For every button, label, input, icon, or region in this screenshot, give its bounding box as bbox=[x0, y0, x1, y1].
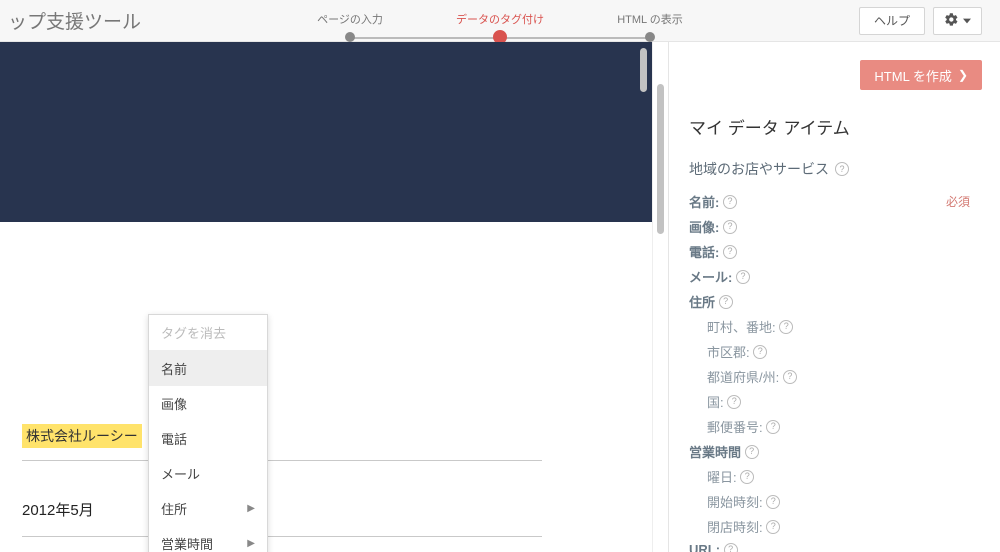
step-page-input[interactable]: ページの入力 bbox=[275, 11, 425, 31]
gear-icon bbox=[944, 12, 959, 30]
button-label: HTML を作成 bbox=[874, 66, 952, 85]
help-icon[interactable]: ? bbox=[719, 295, 733, 309]
ctx-item-phone[interactable]: 電話 bbox=[149, 421, 267, 456]
field-address-country[interactable]: 国: ? bbox=[689, 389, 980, 414]
ctx-item-email[interactable]: メール bbox=[149, 456, 267, 491]
top-bar: ップ支援ツール ページの入力 データのタグ付け HTML の表示 ヘルプ bbox=[0, 0, 1000, 42]
field-address-postal[interactable]: 郵便番号: ? bbox=[689, 414, 980, 439]
step-html-view[interactable]: HTML の表示 bbox=[575, 11, 725, 31]
help-icon[interactable]: ? bbox=[740, 470, 754, 484]
help-icon[interactable]: ? bbox=[745, 445, 759, 459]
ctx-item-address[interactable]: 住所▶ bbox=[149, 491, 267, 526]
help-icon[interactable]: ? bbox=[835, 162, 849, 176]
app-title: ップ支援ツール bbox=[0, 7, 141, 34]
field-list: 名前: ?必須 画像: ? 電話: ? メール: ? 住所 ? 町村、番地: ?… bbox=[689, 189, 980, 552]
field-phone[interactable]: 電話: ? bbox=[689, 239, 980, 264]
step-dot bbox=[345, 32, 355, 42]
toolbar-right: ヘルプ bbox=[859, 7, 1000, 35]
field-address-region[interactable]: 都道府県/州: ? bbox=[689, 364, 980, 389]
help-icon[interactable]: ? bbox=[736, 270, 750, 284]
help-icon[interactable]: ? bbox=[766, 495, 780, 509]
field-address[interactable]: 住所 ? bbox=[689, 289, 980, 314]
help-icon[interactable]: ? bbox=[723, 245, 737, 259]
field-hours-close[interactable]: 閉店時刻: ? bbox=[689, 514, 980, 539]
ctx-clear-tag: タグを消去 bbox=[149, 315, 267, 350]
chevron-right-icon: ❯ bbox=[958, 68, 968, 82]
create-html-button[interactable]: HTML を作成 ❯ bbox=[860, 60, 982, 90]
panel-body: 地域のお店やサービス ? 名前: ?必須 画像: ? 電話: ? メール: ? … bbox=[669, 153, 1000, 552]
help-icon[interactable]: ? bbox=[753, 345, 767, 359]
scrollbar-thumb[interactable] bbox=[657, 84, 664, 234]
scrollbar-thumb[interactable] bbox=[640, 48, 647, 92]
chevron-right-icon: ▶ bbox=[247, 538, 255, 549]
help-icon[interactable]: ? bbox=[779, 320, 793, 334]
step-label: HTML の表示 bbox=[575, 11, 725, 27]
help-button[interactable]: ヘルプ bbox=[859, 7, 925, 35]
step-label: ページの入力 bbox=[275, 11, 425, 27]
scrollbar[interactable] bbox=[652, 42, 668, 552]
help-icon[interactable]: ? bbox=[783, 370, 797, 384]
ctx-item-image[interactable]: 画像 bbox=[149, 386, 267, 421]
settings-button[interactable] bbox=[933, 7, 982, 35]
help-icon[interactable]: ? bbox=[724, 543, 738, 552]
highlighted-text[interactable]: 株式会社ルーシー bbox=[22, 424, 142, 448]
field-email[interactable]: メール: ? bbox=[689, 264, 980, 289]
preview-pane: 株式会社ルーシー 2012年5月 タグを消去 名前 画像 電話 メール 住所▶ … bbox=[0, 42, 652, 552]
step-label: データのタグ付け bbox=[425, 11, 575, 27]
data-items-panel: HTML を作成 ❯ マイ データ アイテム 地域のお店やサービス ? 名前: … bbox=[668, 42, 1000, 552]
field-hours-day[interactable]: 曜日: ? bbox=[689, 464, 980, 489]
field-image[interactable]: 画像: ? bbox=[689, 214, 980, 239]
field-hours[interactable]: 営業時間 ? bbox=[689, 439, 980, 464]
main: 株式会社ルーシー 2012年5月 タグを消去 名前 画像 電話 メール 住所▶ … bbox=[0, 42, 1000, 552]
panel-title: マイ データ アイテム bbox=[669, 100, 1000, 153]
divider bbox=[22, 536, 542, 537]
help-icon[interactable]: ? bbox=[766, 520, 780, 534]
step-track bbox=[350, 37, 500, 39]
help-icon[interactable]: ? bbox=[723, 220, 737, 234]
stepper: ページの入力 データのタグ付け HTML の表示 bbox=[141, 0, 859, 41]
ctx-item-name[interactable]: 名前 bbox=[149, 351, 267, 386]
date-text[interactable]: 2012年5月 bbox=[22, 499, 542, 520]
required-label: 必須 bbox=[946, 193, 980, 210]
step-track bbox=[500, 37, 650, 39]
field-address-street[interactable]: 町村、番地: ? bbox=[689, 314, 980, 339]
help-icon[interactable]: ? bbox=[766, 420, 780, 434]
chevron-down-icon bbox=[963, 14, 971, 28]
page-hero-banner bbox=[0, 42, 652, 222]
chevron-right-icon: ▶ bbox=[247, 503, 255, 514]
step-tagging[interactable]: データのタグ付け bbox=[425, 11, 575, 31]
field-url[interactable]: URL: ? bbox=[689, 539, 980, 552]
help-icon[interactable]: ? bbox=[723, 195, 737, 209]
panel-header: HTML を作成 ❯ bbox=[669, 42, 1000, 100]
context-menu: タグを消去 名前 画像 電話 メール 住所▶ 営業時間▶ URL 平均評価▶ レ… bbox=[148, 314, 268, 552]
help-icon[interactable]: ? bbox=[727, 395, 741, 409]
field-hours-open[interactable]: 開始時刻: ? bbox=[689, 489, 980, 514]
category-label: 地域のお店やサービス ? bbox=[689, 159, 980, 179]
divider bbox=[22, 460, 542, 461]
field-name[interactable]: 名前: ?必須 bbox=[689, 189, 980, 214]
scrollbar[interactable] bbox=[638, 48, 648, 278]
ctx-item-hours[interactable]: 営業時間▶ bbox=[149, 526, 267, 552]
field-address-city[interactable]: 市区郡: ? bbox=[689, 339, 980, 364]
step-dot bbox=[645, 32, 655, 42]
